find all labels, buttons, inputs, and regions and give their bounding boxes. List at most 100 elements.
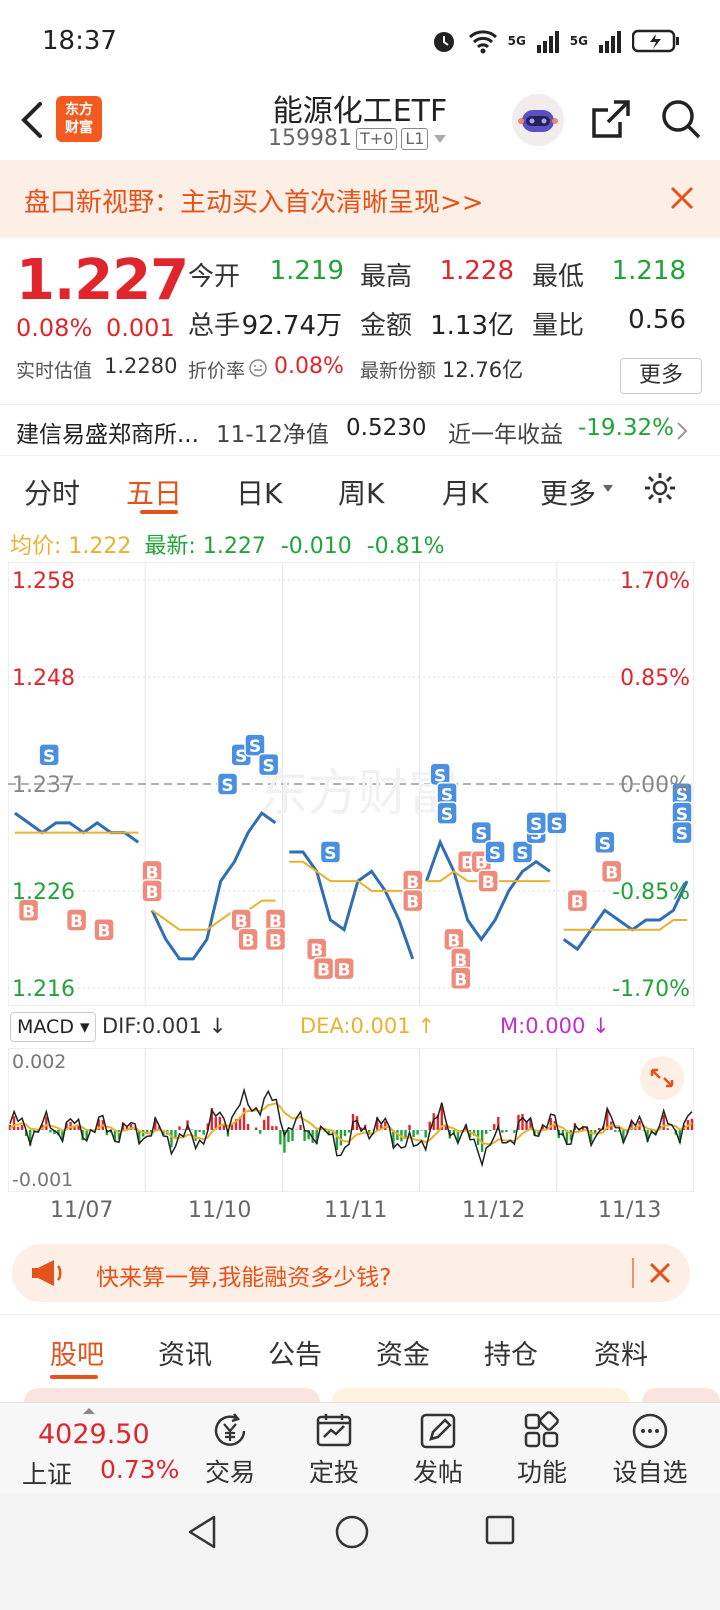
tab-holdings[interactable]: 持仓 <box>484 1333 538 1372</box>
marker-letter: S <box>676 825 688 845</box>
system-back-icon[interactable] <box>186 1514 218 1550</box>
close-icon[interactable] <box>664 180 700 216</box>
macd-bar <box>420 1130 423 1131</box>
bottom-nav: 4029.50 上证 0.73% 交易 定投 发帖 功能 设自选 <box>0 1402 720 1494</box>
sell-marker: S <box>484 840 506 864</box>
macd-bar <box>20 1124 24 1130</box>
macd-bar <box>12 1116 16 1130</box>
search-icon[interactable] <box>660 98 702 140</box>
tab-intraday[interactable]: 分时 <box>24 472 80 512</box>
macd-bar <box>404 1130 407 1139</box>
buy-marker: B <box>333 956 355 981</box>
buy-marker: B <box>237 927 259 951</box>
macd-bar <box>484 1130 488 1134</box>
expand-button[interactable] <box>640 1056 684 1100</box>
y-tick-right: -0.85% <box>612 880 690 905</box>
card-peek <box>332 1388 630 1402</box>
card-peek <box>24 1388 320 1402</box>
indicator-select[interactable]: MACD ▾ <box>10 1012 96 1042</box>
tab-news[interactable]: 资讯 <box>158 1333 212 1372</box>
sell-marker: S <box>38 743 60 767</box>
tab-forum[interactable]: 股吧 <box>50 1333 104 1372</box>
macd-bar <box>259 1130 262 1134</box>
info-face-icon[interactable] <box>248 358 268 378</box>
buy-marker: B <box>450 966 472 990</box>
tab-announcements[interactable]: 公告 <box>268 1333 322 1372</box>
macd-bar <box>242 1107 246 1130</box>
index-ticker[interactable]: 4029.50 上证 0.73% <box>0 1403 190 1495</box>
banner-text: 盘口新视野：主动买入首次清晰呈现>> <box>24 188 484 218</box>
tab-capital[interactable]: 资金 <box>376 1333 430 1372</box>
marker-letter: B <box>269 931 282 951</box>
nav-functions[interactable]: 功能 <box>492 1403 592 1495</box>
share-icon[interactable] <box>590 98 632 140</box>
estimate-label: 实时估值 <box>16 360 93 382</box>
network-label-1: 5G <box>507 34 526 48</box>
tab-daily-k[interactable]: 日K <box>236 472 282 512</box>
macd-bottom-tick: -0.001 <box>12 1169 73 1191</box>
tab-profile[interactable]: 资料 <box>594 1333 648 1372</box>
promo-banner[interactable]: 盘口新视野：主动买入首次清晰呈现>> <box>0 160 720 238</box>
marker-letter: B <box>98 922 111 942</box>
macd-bar <box>505 1130 508 1133</box>
status-time: 18:37 <box>42 26 117 56</box>
y-tick-left: 1.226 <box>12 880 75 905</box>
macd-bar <box>666 1128 669 1130</box>
fund-return-value: -19.32% <box>578 415 674 441</box>
premium-value: 0.08% <box>274 354 344 379</box>
caret-up-icon <box>83 1408 95 1414</box>
y-tick-right: -1.70% <box>612 977 690 1002</box>
nav-add-watchlist[interactable]: 设自选 <box>600 1403 700 1495</box>
buy-marker: B <box>566 888 589 913</box>
robot-icon <box>518 110 558 132</box>
macd-chart[interactable]: 0.002 -0.001 <box>8 1048 694 1192</box>
system-home-icon[interactable] <box>334 1514 370 1550</box>
nav-functions-label: 功能 <box>516 1458 567 1487</box>
buy-marker: B <box>312 956 335 981</box>
marker-letter: B <box>338 961 351 981</box>
marker-letter: S <box>441 805 453 825</box>
fixed-invest-icon <box>316 1414 352 1447</box>
amount-label: 金额 <box>360 311 413 341</box>
more-button[interactable]: 更多 <box>620 358 702 394</box>
current-price: 1.227 <box>16 248 189 313</box>
system-recent-icon[interactable] <box>484 1514 516 1546</box>
tab-weekly-k[interactable]: 周K <box>338 472 384 512</box>
nav-post[interactable]: 发帖 <box>388 1403 488 1495</box>
marker-letter: S <box>43 747 55 767</box>
assistant-avatar[interactable] <box>512 94 564 146</box>
nav-trade[interactable]: 交易 <box>180 1403 280 1495</box>
latest-value: 1.227 <box>202 534 266 559</box>
caret-down-icon <box>434 134 447 143</box>
close-icon[interactable] <box>646 1259 674 1287</box>
stock-code-row[interactable]: 159981 T+0 L1 <box>268 126 448 151</box>
financing-promo[interactable]: 快来算一算,我能融资多少钱? <box>12 1244 690 1302</box>
alarm-icon <box>433 32 454 52</box>
marker-letter: S <box>249 737 261 757</box>
nav-invest[interactable]: 定投 <box>284 1403 384 1495</box>
change-percent: 0.08% <box>16 314 93 342</box>
macd-bar <box>279 1130 282 1145</box>
marker-letter: B <box>146 883 159 903</box>
macd-bar <box>384 1121 387 1130</box>
ratio-value: 0.56 <box>628 305 686 335</box>
latest-label: 最新: <box>144 534 196 559</box>
nav-trade-label: 交易 <box>204 1458 255 1487</box>
five-day-price-chart[interactable]: 东方财富 SBBBBBSSSSBBBBSBBBBBSSSBBBBBBSSSSSS… <box>8 562 694 1006</box>
promo-text: 快来算一算,我能融资多少钱? <box>96 1265 392 1291</box>
network-label-2: 5G <box>569 34 588 48</box>
tab-monthly-k[interactable]: 月K <box>442 472 488 512</box>
linked-fund-row[interactable]: 建信易盛郑商所... 11-12净值 0.5230 近一年收益 -19.32% <box>0 404 720 456</box>
stock-code: 159981 <box>268 126 352 151</box>
date-label-4: 11/12 <box>462 1198 526 1223</box>
y-tick-right: 0.85% <box>620 666 690 691</box>
tab-more[interactable]: 更多 <box>540 472 596 512</box>
date-label-3: 11/11 <box>324 1198 388 1223</box>
buy-marker: B <box>401 888 424 913</box>
tab-five-day[interactable]: 五日 <box>126 472 182 512</box>
macd-bar <box>218 1116 222 1130</box>
avg-value: 1.222 <box>68 534 132 559</box>
y-tick-right: 1.70% <box>620 569 690 594</box>
gear-icon[interactable] <box>642 470 678 506</box>
status-icons: 5G 5G <box>430 26 680 56</box>
